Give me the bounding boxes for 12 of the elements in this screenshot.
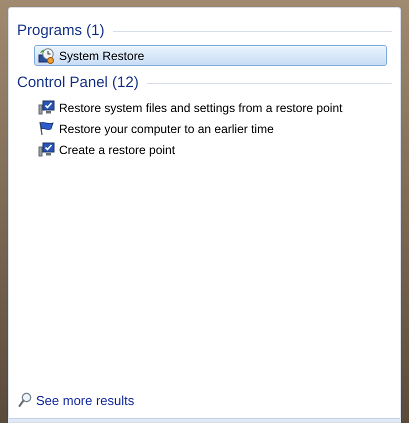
flag-icon xyxy=(38,121,55,136)
result-item[interactable]: Restore system files and settings from a restore point xyxy=(34,97,387,118)
search-icon xyxy=(18,392,32,408)
result-item[interactable]: System Restore xyxy=(34,45,387,66)
result-item[interactable]: Restore your computer to an earlier time xyxy=(34,118,387,139)
section-heading: Control Panel (12) xyxy=(17,73,139,93)
monitor-icon xyxy=(38,100,55,115)
section-heading: Programs (1) xyxy=(17,21,105,41)
see-more-results-link[interactable]: See more results xyxy=(36,390,134,410)
monitor-icon xyxy=(38,142,55,157)
result-item[interactable]: Create a restore point xyxy=(34,139,387,160)
clock-monitor-icon xyxy=(38,48,55,64)
